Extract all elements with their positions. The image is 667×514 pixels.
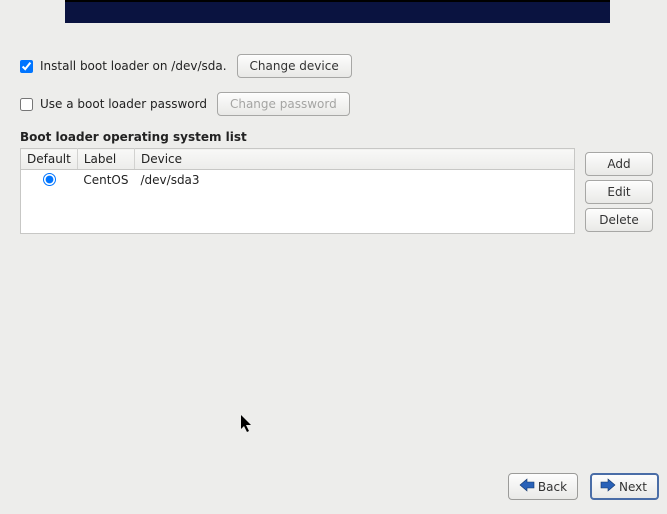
table-header-row: Default Label Device (21, 149, 575, 170)
edit-button[interactable]: Edit (585, 180, 653, 204)
back-button[interactable]: Back (508, 473, 578, 500)
change-password-button[interactable]: Change password (217, 92, 350, 116)
default-os-radio[interactable] (43, 173, 56, 186)
table-row[interactable]: CentOS /dev/sda3 (21, 170, 575, 234)
back-label: Back (538, 480, 567, 494)
add-button[interactable]: Add (585, 152, 653, 176)
os-list-wrap: Default Label Device CentOS /dev/sda3 Ad… (20, 148, 655, 234)
row-default-cell (21, 170, 78, 234)
next-button[interactable]: Next (590, 473, 659, 500)
use-password-row: Use a boot loader password Change passwo… (20, 92, 655, 116)
cursor-icon (241, 415, 253, 436)
arrow-left-icon (519, 478, 535, 495)
delete-button[interactable]: Delete (585, 208, 653, 232)
use-password-label: Use a boot loader password (40, 97, 207, 111)
install-bootloader-row: Install boot loader on /dev/sda. Change … (20, 54, 655, 78)
change-device-button[interactable]: Change device (237, 54, 352, 78)
install-bootloader-label: Install boot loader on /dev/sda. (40, 59, 227, 73)
header-device[interactable]: Device (135, 149, 575, 170)
row-label-cell: CentOS (77, 170, 134, 234)
install-bootloader-checkbox[interactable] (20, 60, 33, 73)
next-label: Next (619, 480, 647, 494)
footer-nav: Back Next (508, 473, 659, 500)
header-label[interactable]: Label (77, 149, 134, 170)
main-content: Install boot loader on /dev/sda. Change … (20, 54, 655, 234)
header-banner (65, 0, 610, 23)
side-buttons: Add Edit Delete (585, 152, 653, 232)
os-list-title: Boot loader operating system list (20, 130, 655, 144)
os-list-table: Default Label Device CentOS /dev/sda3 (20, 148, 575, 234)
header-default[interactable]: Default (21, 149, 78, 170)
arrow-right-icon (600, 478, 616, 495)
use-password-checkbox[interactable] (20, 98, 33, 111)
row-device-cell: /dev/sda3 (135, 170, 575, 234)
